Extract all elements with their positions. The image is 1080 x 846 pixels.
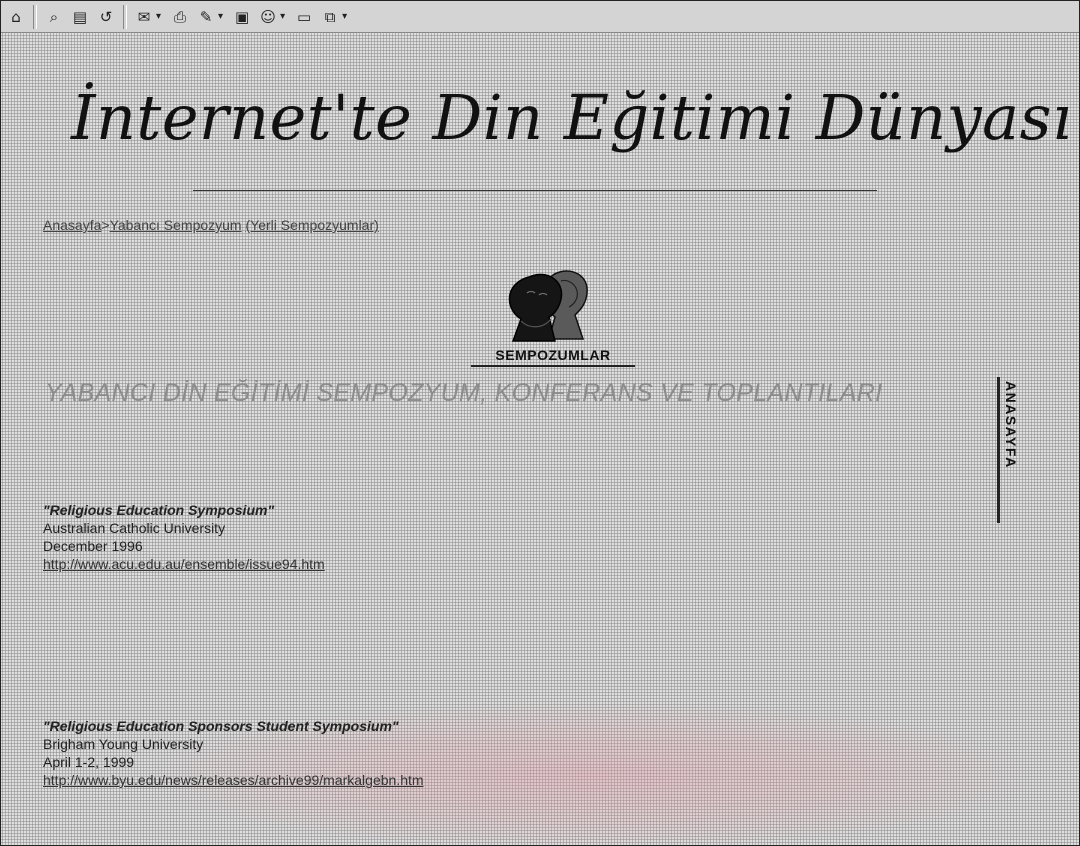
browser-window: ⌂ ⌕ ▤ ↺ ✉ ▾ ⎙ ✎ ▾ ▣ ☺ ▾ ▭ ⧉ ▾ İnternet't…: [0, 0, 1080, 846]
people-icon: [508, 270, 588, 342]
list-item: "Religious Education Sponsors Student Sy…: [43, 717, 424, 789]
entry-date: December 1996: [43, 538, 143, 554]
messenger-icon[interactable]: ☺: [257, 6, 279, 28]
sidebar-divider: [997, 377, 1000, 523]
logo-underline: [471, 365, 635, 367]
logo-label: SEMPOZUMLAR: [495, 347, 611, 363]
breadcrumb-local-link[interactable]: (Yerli Sempozyumlar): [245, 217, 378, 233]
entry-organization: Australian Catholic University: [43, 520, 226, 536]
list-item: "Religious Education Symposium" Australi…: [43, 501, 325, 573]
chevron-down-icon[interactable]: ▾: [156, 11, 161, 22]
browser-toolbar: ⌂ ⌕ ▤ ↺ ✉ ▾ ⎙ ✎ ▾ ▣ ☺ ▾ ▭ ⧉ ▾: [1, 1, 1079, 33]
title-divider: [193, 190, 877, 191]
toolbar-separator: [123, 4, 127, 29]
chevron-down-icon[interactable]: ▾: [342, 11, 347, 22]
entry-organization: Brigham Young University: [43, 736, 204, 752]
window-icon[interactable]: ▭: [293, 6, 315, 28]
discuss-icon[interactable]: ▣: [231, 6, 253, 28]
toolbar-separator: [33, 4, 37, 29]
search-icon[interactable]: ⌕: [43, 6, 65, 28]
breadcrumb-separator: >: [101, 217, 110, 233]
edit-icon[interactable]: ✎: [195, 6, 217, 28]
entry-date: April 1-2, 1999: [43, 754, 135, 770]
entry-url-link[interactable]: http://www.byu.edu/news/releases/archive…: [43, 772, 424, 788]
home-icon[interactable]: ⌂: [5, 6, 27, 28]
breadcrumb-foreign-link[interactable]: Yabancı Sempozyum: [110, 217, 242, 233]
entry-title: "Religious Education Symposium": [43, 502, 275, 518]
history-icon[interactable]: ↺: [95, 6, 117, 28]
page-heading: YABANCI DİN EĞİTİMİ SEMPOZYUM, KONFERANS…: [45, 379, 883, 407]
breadcrumb: Anasayfa>Yabancı Sempozyum (Yerli Sempoz…: [43, 217, 379, 233]
print-icon[interactable]: ⎙: [169, 6, 191, 28]
sidebar-home-link[interactable]: ANASAYFA: [997, 377, 1031, 523]
sidebar-home-label: ANASAYFA: [1003, 381, 1019, 469]
mail-icon[interactable]: ✉: [133, 6, 155, 28]
related-icon[interactable]: ⧉: [319, 6, 341, 28]
site-title: İnternet'te Din Eğitimi Dünyası: [71, 81, 1073, 154]
favorites-icon[interactable]: ▤: [69, 6, 91, 28]
chevron-down-icon[interactable]: ▾: [280, 11, 285, 22]
breadcrumb-home-link[interactable]: Anasayfa: [43, 217, 101, 233]
symposium-logo: SEMPOZUMLAR: [463, 259, 643, 369]
entry-title: "Religious Education Sponsors Student Sy…: [43, 718, 399, 734]
chevron-down-icon[interactable]: ▾: [218, 11, 223, 22]
entry-url-link[interactable]: http://www.acu.edu.au/ensemble/issue94.h…: [43, 556, 325, 572]
